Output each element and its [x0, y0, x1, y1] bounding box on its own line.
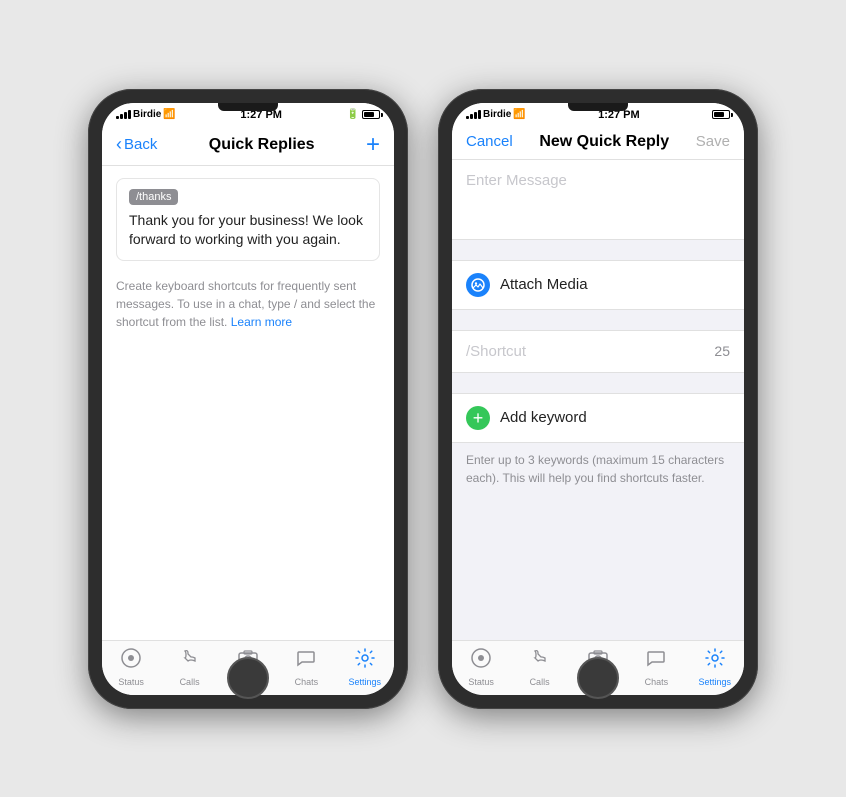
shortcut-char-count: 25: [714, 343, 730, 359]
attach-media-button[interactable]: Attach Media: [452, 260, 744, 310]
tab2-calls-label: Calls: [530, 677, 550, 687]
settings2-tab-icon: [704, 647, 726, 675]
gap-2: [452, 310, 744, 330]
scene: Birdie 📶 1:27 PM 🔋 ‹ Back Quick Replies: [48, 49, 798, 749]
nav-title-1: Quick Replies: [157, 136, 366, 154]
battery-icon-2: [712, 110, 730, 119]
message-area[interactable]: Enter Message: [452, 160, 744, 240]
tab-calls-label: Calls: [180, 677, 200, 687]
calls2-tab-icon: [529, 647, 551, 675]
cancel-button[interactable]: Cancel: [466, 133, 513, 150]
status-left-1: Birdie 📶: [116, 109, 176, 120]
tab-settings-label: Settings: [348, 677, 381, 687]
add-keyword-icon: +: [466, 406, 490, 430]
learn-more-link[interactable]: Learn more: [231, 315, 292, 329]
tab-calls[interactable]: Calls: [165, 647, 215, 687]
calls-tab-icon: [179, 647, 201, 675]
phone-1-home-button[interactable]: [227, 657, 269, 699]
add-keyword-label: Add keyword: [500, 409, 587, 426]
nav-title-2: New Quick Reply: [513, 133, 696, 151]
qr-tag: /thanks: [129, 189, 178, 205]
tab2-chats-label: Chats: [645, 677, 669, 687]
phone-1-top-bar: [218, 103, 278, 111]
phone-2-screen: Birdie 📶 1:27 PM Cancel New Quick Reply …: [452, 103, 744, 695]
gap-3: [452, 373, 744, 393]
battery-percent-1: 🔋: [347, 109, 359, 120]
wifi-icon-2: 📶: [513, 109, 525, 120]
signal-bars-2: [466, 110, 481, 119]
signal-bar-2: [120, 114, 123, 119]
back-label: Back: [124, 136, 157, 153]
keyword-help-text: Enter up to 3 keywords (maximum 15 chara…: [452, 443, 744, 495]
signal-bars-1: [116, 110, 131, 119]
chats-tab-icon: [295, 647, 317, 675]
battery-icon-1: [362, 110, 380, 119]
signal-bar-4: [128, 110, 131, 119]
back-button[interactable]: ‹ Back: [116, 135, 157, 155]
status-right-2: [712, 110, 730, 119]
tab-status-label: Status: [118, 677, 144, 687]
form-section: Enter Message Attach Media: [452, 160, 744, 640]
signal-bar-1: [116, 116, 119, 119]
nav-bar-2: Cancel New Quick Reply Save: [452, 125, 744, 160]
shortcut-placeholder: /Shortcut: [466, 343, 526, 360]
status2-tab-icon: [470, 647, 492, 675]
signal-bar2-2: [470, 114, 473, 119]
carrier-2: Birdie: [483, 109, 511, 120]
tab-settings[interactable]: Settings: [340, 647, 390, 687]
signal-bar2-3: [474, 112, 477, 119]
add-keyword-button[interactable]: + Add keyword: [452, 393, 744, 443]
battery-fill-1: [364, 112, 374, 117]
wifi-icon-1: 📶: [163, 109, 175, 120]
tab2-calls[interactable]: Calls: [515, 647, 565, 687]
status-right-1: 🔋: [347, 109, 380, 120]
phone-2-top-bar: [568, 103, 628, 111]
phone-1: Birdie 📶 1:27 PM 🔋 ‹ Back Quick Replies: [88, 89, 408, 709]
settings-tab-icon: [354, 647, 376, 675]
tab-status[interactable]: Status: [106, 647, 156, 687]
chats2-tab-icon: [645, 647, 667, 675]
phone-2-home-button[interactable]: [577, 657, 619, 699]
status-left-2: Birdie 📶: [466, 109, 526, 120]
add-quick-reply-button[interactable]: +: [366, 133, 380, 157]
phone-1-screen: Birdie 📶 1:27 PM 🔋 ‹ Back Quick Replies: [102, 103, 394, 695]
qr-message: Thank you for your business! We look for…: [117, 211, 379, 260]
back-chevron-icon: ‹: [116, 134, 122, 155]
tab2-settings[interactable]: Settings: [690, 647, 740, 687]
battery-fill-2: [714, 112, 724, 117]
tab2-chats[interactable]: Chats: [631, 647, 681, 687]
attach-media-icon: [466, 273, 490, 297]
status-tab-icon: [120, 647, 142, 675]
tab-chats[interactable]: Chats: [281, 647, 331, 687]
carrier-1: Birdie: [133, 109, 161, 120]
help-text: Create keyboard shortcuts for frequently…: [102, 269, 394, 339]
shortcut-field[interactable]: /Shortcut 25: [452, 330, 744, 373]
signal-bar2-4: [478, 110, 481, 119]
attach-media-label: Attach Media: [500, 276, 588, 293]
message-placeholder: Enter Message: [466, 172, 567, 189]
screen-content-1: /thanks Thank you for your business! We …: [102, 166, 394, 640]
save-button[interactable]: Save: [696, 133, 730, 150]
tab2-status-label: Status: [468, 677, 494, 687]
quick-reply-item[interactable]: /thanks Thank you for your business! We …: [116, 178, 380, 261]
tab-chats-label: Chats: [295, 677, 319, 687]
tab2-status[interactable]: Status: [456, 647, 506, 687]
tab2-settings-label: Settings: [698, 677, 731, 687]
gap-1: [452, 240, 744, 260]
signal-bar2-1: [466, 116, 469, 119]
phone-2: Birdie 📶 1:27 PM Cancel New Quick Reply …: [438, 89, 758, 709]
signal-bar-3: [124, 112, 127, 119]
nav-bar-1: ‹ Back Quick Replies +: [102, 125, 394, 166]
